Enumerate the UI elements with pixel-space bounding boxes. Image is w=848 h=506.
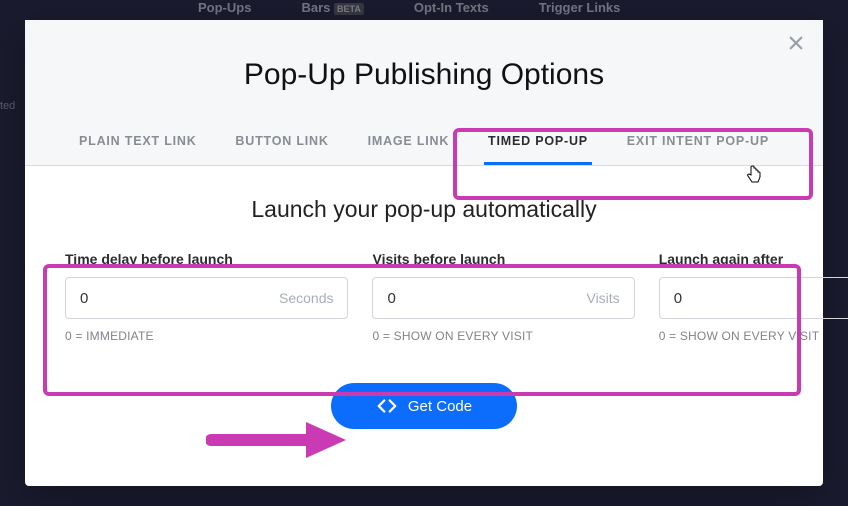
field-label: Launch again after: [659, 251, 848, 267]
tab-timed-popup[interactable]: TIMED POP-UP: [484, 122, 592, 165]
section-subtitle: Launch your pop-up automatically: [65, 196, 783, 223]
field-time-delay: Time delay before launch Seconds 0 = IMM…: [65, 251, 348, 343]
visits-input-wrap[interactable]: Visits: [372, 277, 634, 319]
tab-exit-intent-popup[interactable]: EXIT INTENT POP-UP: [623, 122, 773, 165]
modal-body: Launch your pop-up automatically Time de…: [25, 166, 823, 486]
tabs: PLAIN TEXT LINK BUTTON LINK IMAGE LINK T…: [45, 122, 803, 165]
time-delay-input-wrap[interactable]: Seconds: [65, 277, 348, 319]
launch-again-input-wrap[interactable]: Days: [659, 277, 848, 319]
close-icon: [787, 34, 805, 52]
get-code-button[interactable]: Get Code: [331, 383, 517, 429]
field-hint: 0 = IMMEDIATE: [65, 329, 348, 343]
get-code-label: Get Code: [408, 398, 472, 415]
bg-nav: Pop-Ups Bars BETA Opt-In Texts Trigger L…: [0, 0, 848, 20]
field-launch-again: Launch again after Days 0 = SHOW ON EVER…: [659, 251, 848, 343]
field-visits-before: Visits before launch Visits 0 = SHOW ON …: [372, 251, 634, 343]
bg-left-text: ted: [0, 0, 25, 506]
close-button[interactable]: [787, 34, 807, 54]
unit-label: Seconds: [279, 290, 333, 306]
modal-header: Pop-Up Publishing Options PLAIN TEXT LIN…: [25, 20, 823, 166]
modal-title: Pop-Up Publishing Options: [45, 38, 803, 122]
fields-row: Time delay before launch Seconds 0 = IMM…: [65, 251, 783, 343]
visits-input[interactable]: [387, 290, 586, 307]
field-label: Time delay before launch: [65, 251, 348, 267]
tab-image-link[interactable]: IMAGE LINK: [364, 122, 454, 165]
field-hint: 0 = SHOW ON EVERY VISIT: [659, 329, 848, 343]
field-label: Visits before launch: [372, 251, 634, 267]
tab-plain-text-link[interactable]: PLAIN TEXT LINK: [75, 122, 201, 165]
time-delay-input[interactable]: [80, 290, 279, 307]
field-hint: 0 = SHOW ON EVERY VISIT: [372, 329, 634, 343]
launch-again-input[interactable]: [674, 290, 848, 307]
code-icon: [376, 398, 398, 414]
tab-button-link[interactable]: BUTTON LINK: [231, 122, 332, 165]
unit-label: Visits: [586, 290, 619, 306]
publishing-options-modal: Pop-Up Publishing Options PLAIN TEXT LIN…: [25, 20, 823, 486]
